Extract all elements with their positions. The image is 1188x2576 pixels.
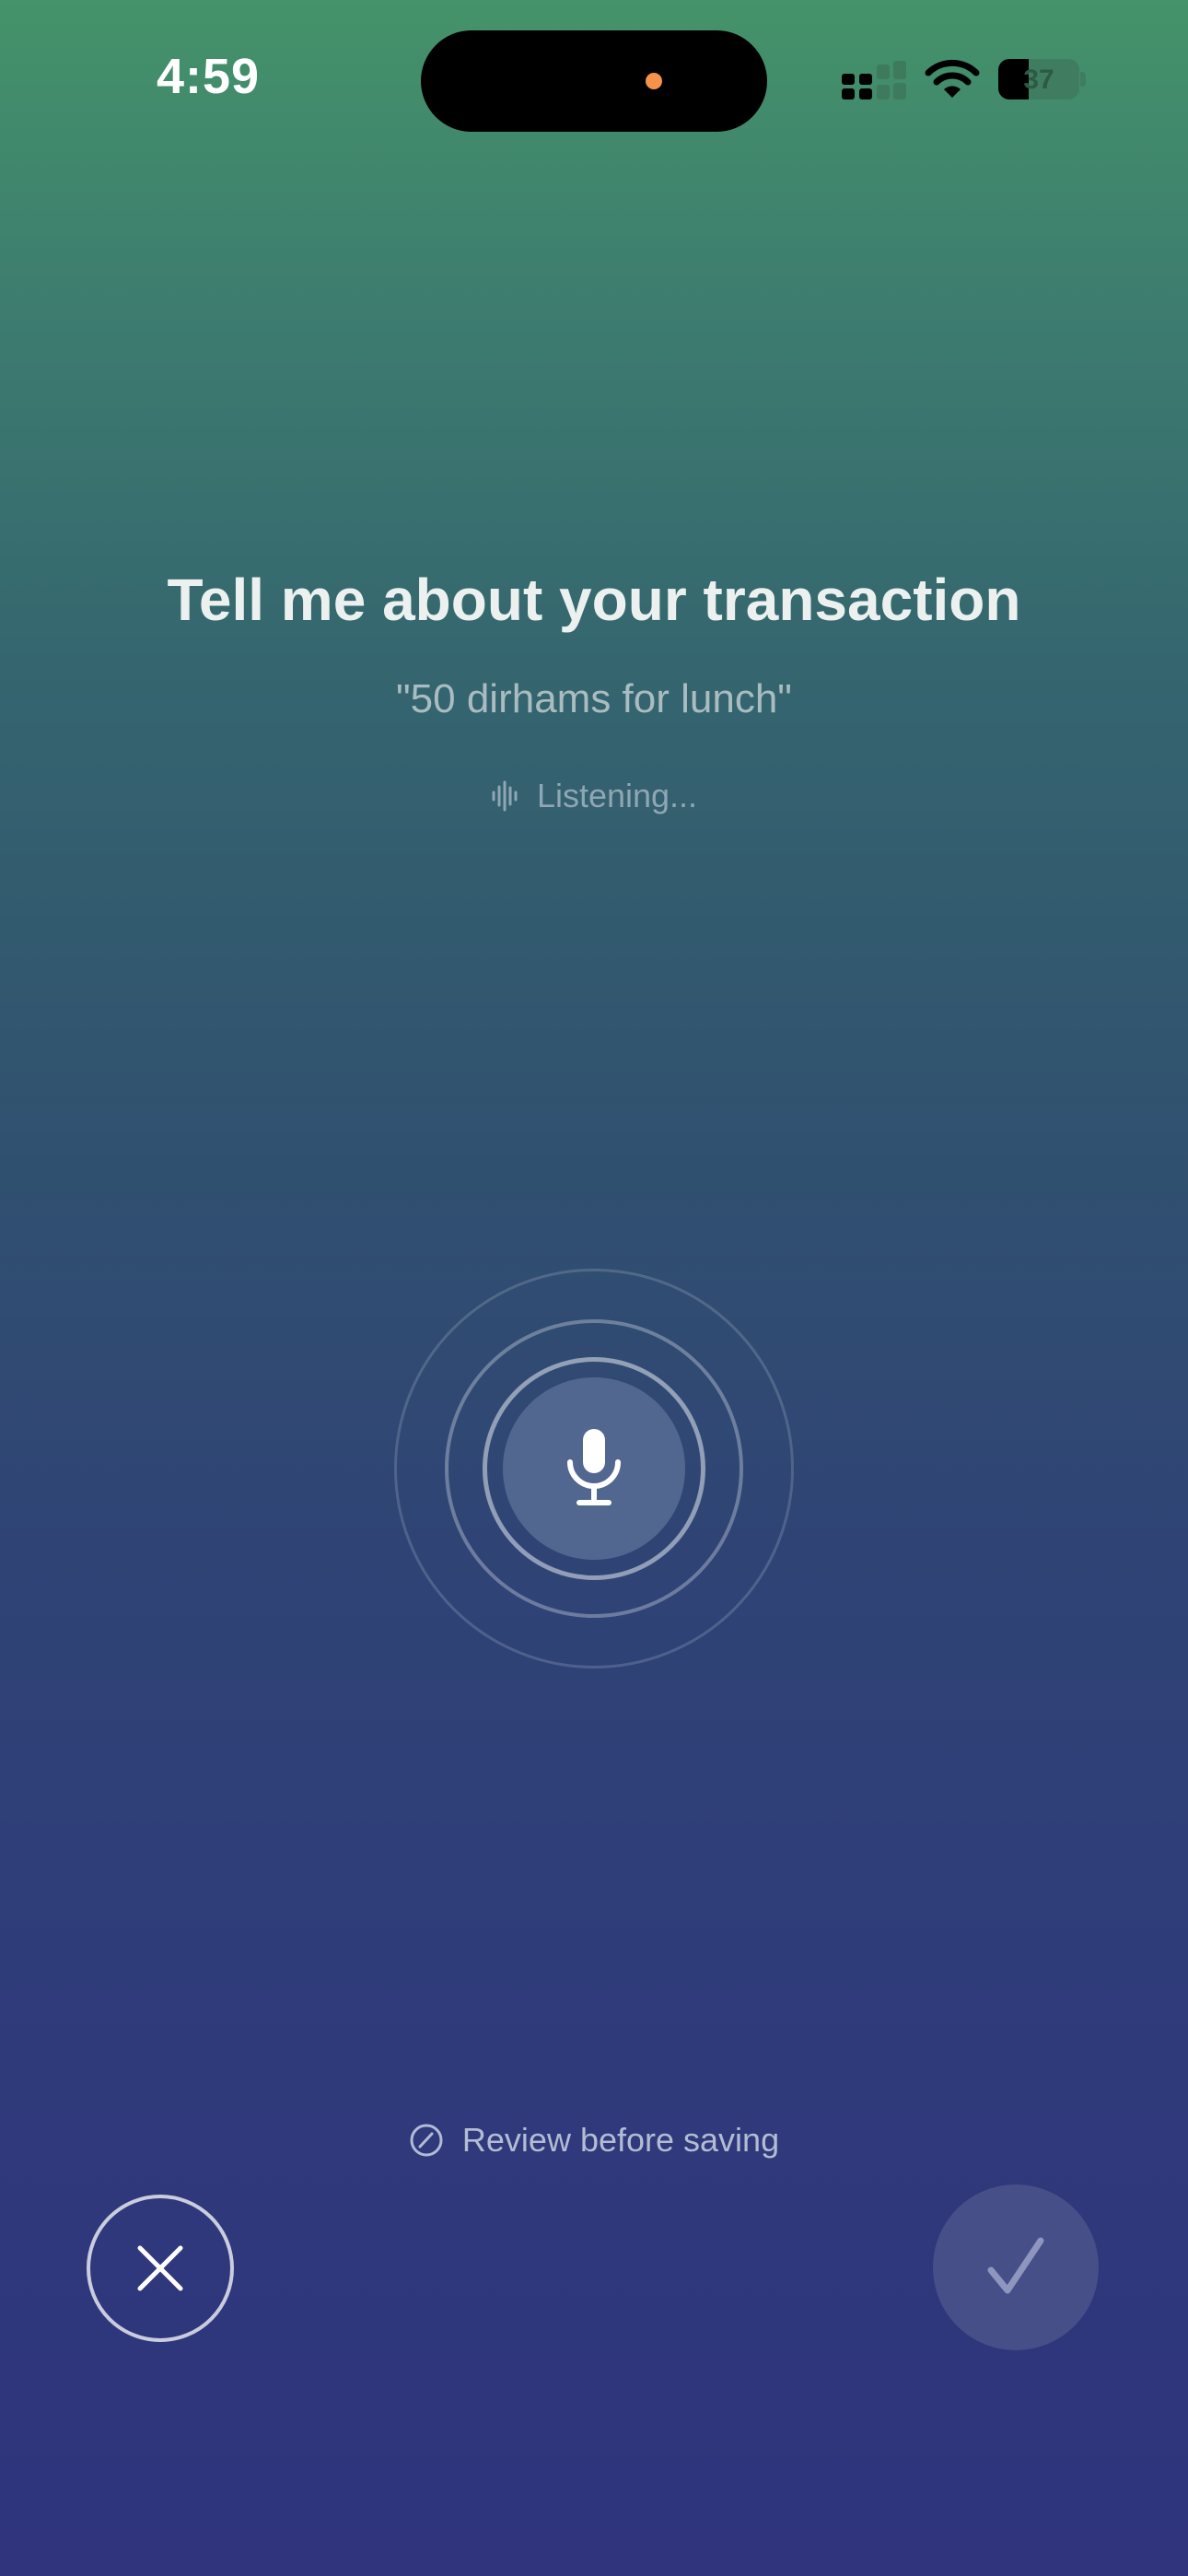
waveform-icon [492, 780, 518, 812]
microphone-icon [567, 1429, 621, 1505]
confirm-button[interactable] [933, 2184, 1099, 2350]
example-phrase: "50 dirhams for lunch" [396, 676, 792, 721]
page-title: Tell me about your transaction [167, 567, 1021, 633]
edit-circle-icon [410, 2124, 443, 2157]
checkmark-icon [987, 2237, 1044, 2294]
recording-indicator-dot [646, 73, 662, 89]
microphone-button[interactable] [503, 1377, 685, 1560]
close-icon [137, 2245, 183, 2291]
battery-level: 37 [1023, 64, 1054, 95]
review-hint: Review before saving [0, 2121, 1188, 2160]
listening-label: Listening... [536, 777, 698, 814]
dynamic-island [421, 30, 767, 132]
listening-status: Listening... [0, 777, 1188, 815]
cellular-signal-icon [842, 61, 906, 100]
cancel-button[interactable] [87, 2195, 234, 2342]
wifi-icon [925, 59, 980, 98]
status-time: 4:59 [157, 49, 261, 104]
review-label: Review before saving [461, 2121, 780, 2159]
battery-icon: 37 [998, 59, 1079, 100]
battery-cap [1080, 72, 1086, 87]
